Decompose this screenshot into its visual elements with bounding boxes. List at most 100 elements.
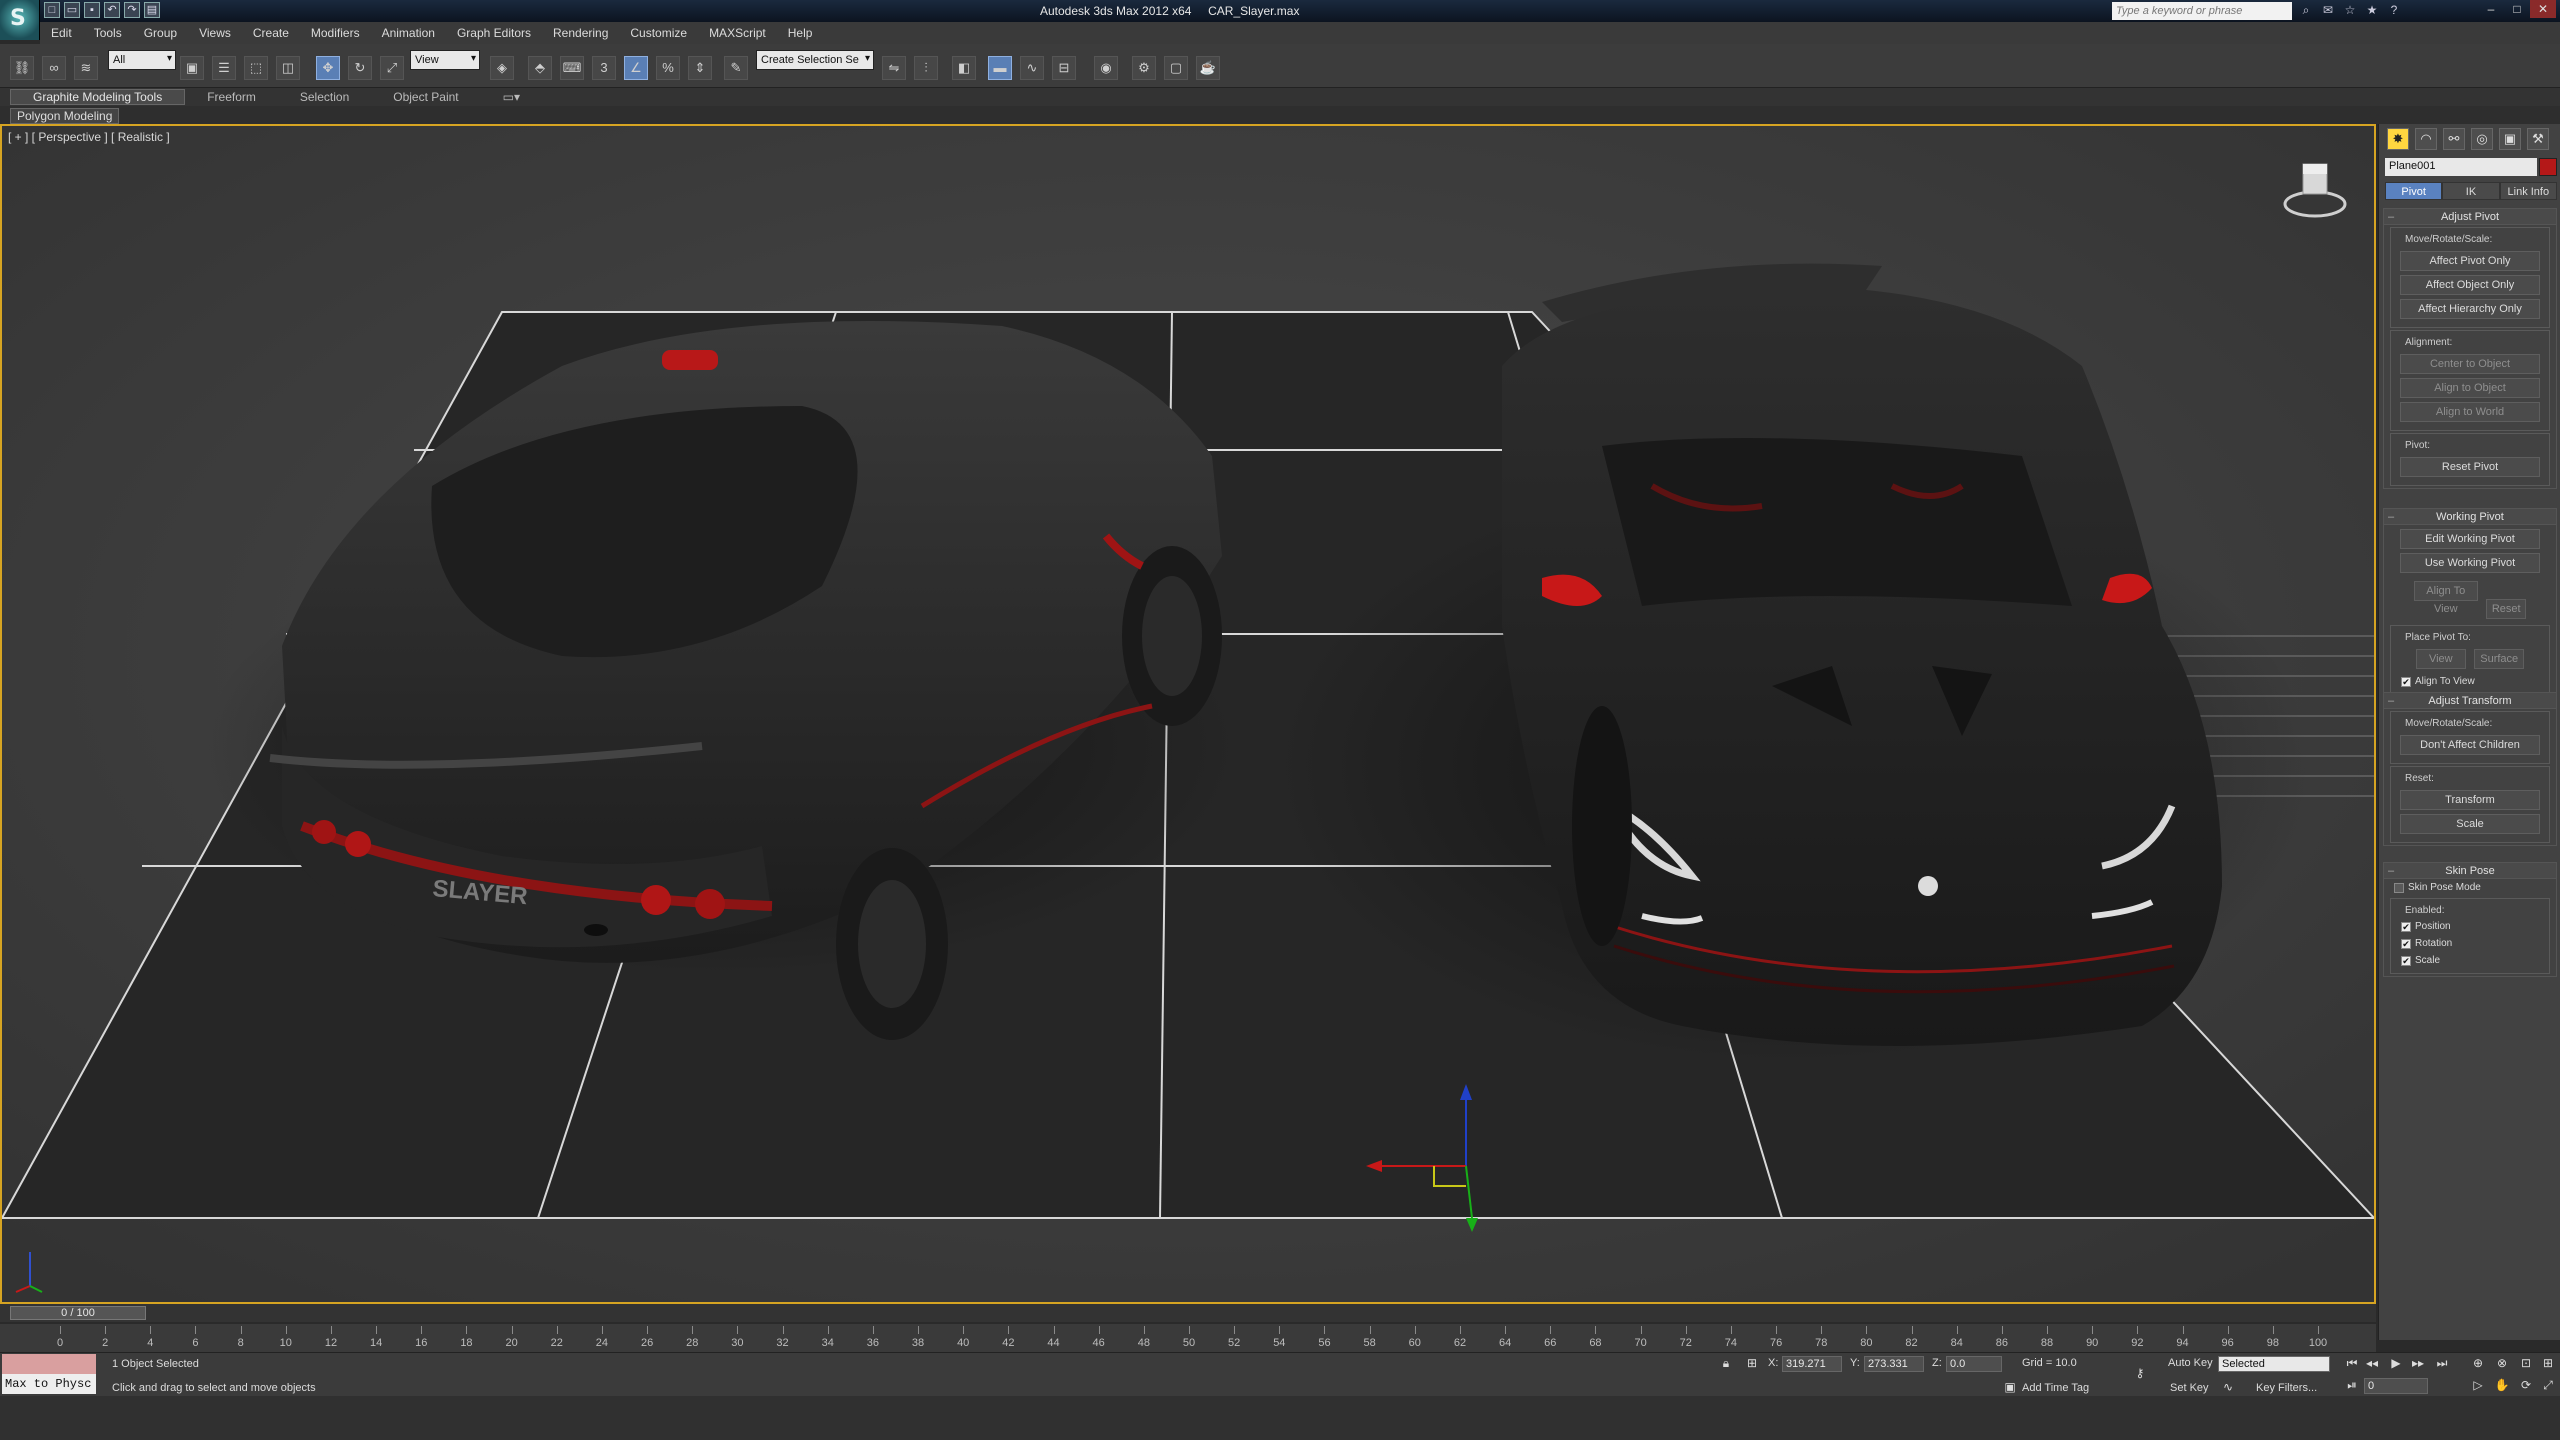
zoom-extents-icon[interactable]: ⊡ [2516,1354,2536,1372]
maxscript-listener-pink[interactable] [2,1354,96,1374]
undo-icon[interactable]: ↶ [104,2,120,18]
skin-pose-mode-checkbox[interactable]: Skin Pose Mode [2384,879,2556,896]
rendered-frame-icon[interactable]: ▢ [1164,56,1188,80]
maxscript-mini-listener[interactable]: Max to Physc [2,1374,96,1394]
absolute-mode-icon[interactable]: ⊞ [1742,1354,1762,1372]
reset-working-pivot-button[interactable]: Reset [2486,599,2527,619]
align-to-view-button[interactable]: Align To View [2413,581,2478,615]
polygon-modeling-label[interactable]: Polygon Modeling [10,108,120,124]
y-coordinate-field[interactable]: 273.331 [1864,1356,1924,1372]
menu-views[interactable]: Views [188,26,242,40]
set-key-icon[interactable]: ⚷ [2130,1364,2150,1382]
reset-scale-button[interactable]: Scale [2400,814,2540,834]
selection-set-dropdown[interactable]: Selected [2218,1356,2330,1372]
zoom-icon[interactable]: ⊕ [2468,1354,2488,1372]
select-rotate-icon[interactable]: ↻ [348,56,372,80]
z-coordinate-field[interactable]: 0.0 [1946,1356,2002,1372]
x-coordinate-field[interactable]: 319.271 [1782,1356,1842,1372]
display-tab-icon[interactable]: ▣ [2499,128,2521,150]
reset-transform-button[interactable]: Transform [2400,790,2540,810]
object-name-field[interactable]: Plane001 [2385,158,2537,176]
viewcube-icon[interactable] [2283,158,2347,222]
pan-icon[interactable]: ✋ [2492,1376,2512,1394]
adjust-transform-header[interactable]: Adjust Transform [2384,693,2556,709]
play-icon[interactable]: ▶ [2386,1354,2406,1372]
position-checkbox[interactable]: ✔ Position [2397,918,2543,935]
subtab-ik[interactable]: IK [2442,182,2500,200]
tab-selection[interactable]: Selection [278,90,371,104]
goto-start-icon[interactable]: ⏮ [2342,1354,2362,1372]
viewport-label[interactable]: [ + ] [ Perspective ] [ Realistic ] [8,130,170,144]
keyboard-shortcut-icon[interactable]: ⌨ [560,56,584,80]
tab-freeform[interactable]: Freeform [185,90,278,104]
dont-affect-children-button[interactable]: Don't Affect Children [2400,735,2540,755]
next-frame-icon[interactable]: ▸▸ [2408,1354,2428,1372]
selection-filter-dropdown[interactable]: All [108,50,176,70]
save-file-icon[interactable]: ▪ [84,2,100,18]
lock-selection-icon[interactable]: 🔒︎ [1716,1354,1736,1372]
select-scale-icon[interactable]: ⤢ [380,56,404,80]
align-to-object-button[interactable]: Align to Object [2400,378,2540,398]
time-slider[interactable]: 0 / 100 [10,1306,146,1320]
rotation-checkbox[interactable]: ✔ Rotation [2397,935,2543,952]
edit-working-pivot-button[interactable]: Edit Working Pivot [2400,529,2540,549]
place-view-button[interactable]: View [2415,649,2466,669]
orbit-icon[interactable]: ⟳ [2516,1376,2536,1394]
utilities-tab-icon[interactable]: ⚒ [2527,128,2549,150]
hold-icon[interactable]: ▤ [144,2,160,18]
affect-hierarchy-only-button[interactable]: Affect Hierarchy Only [2400,299,2540,319]
unlink-icon[interactable]: ∞ [42,56,66,80]
maximize-button[interactable]: □ [2504,0,2530,18]
key-filters-button[interactable]: Key Filters... [2256,1382,2317,1394]
menu-create[interactable]: Create [242,26,300,40]
app-menu-icon[interactable]: S [0,0,40,40]
schematic-view-icon[interactable]: ⊟ [1052,56,1076,80]
select-object-icon[interactable]: ▣ [180,56,204,80]
redo-icon[interactable]: ↷ [124,2,140,18]
new-file-icon[interactable]: □ [44,2,60,18]
rect-region-icon[interactable]: ⬚ [244,56,268,80]
create-tab-icon[interactable]: ✸ [2387,128,2409,150]
ref-coord-dropdown[interactable]: View [410,50,480,70]
motion-tab-icon[interactable]: ◎ [2471,128,2493,150]
working-pivot-header[interactable]: Working Pivot [2384,509,2556,525]
time-slider-track[interactable] [0,1304,2376,1322]
spinner-snap-icon[interactable]: ⇕ [688,56,712,80]
auto-key-button[interactable]: Auto Key [2168,1357,2213,1369]
align-icon[interactable]: ⫶ [914,56,938,80]
default-tangents-icon[interactable]: ∿ [2218,1378,2238,1396]
ribbon-options-icon[interactable]: ▭▾ [481,90,542,104]
menu-graph-editors[interactable]: Graph Editors [446,26,542,40]
favorites-icon[interactable]: ★ [2364,2,2380,18]
edit-named-sel-icon[interactable]: ✎ [724,56,748,80]
affect-pivot-only-button[interactable]: Affect Pivot Only [2400,251,2540,271]
material-editor-icon[interactable]: ◉ [1094,56,1118,80]
curve-editor-icon[interactable]: ∿ [1020,56,1044,80]
manipulate-icon[interactable]: ⬘ [528,56,552,80]
modify-tab-icon[interactable]: ◠ [2415,128,2437,150]
hierarchy-tab-icon[interactable]: ⚯ [2443,128,2465,150]
subtab-link-info[interactable]: Link Info [2499,182,2557,200]
open-file-icon[interactable]: ▭ [64,2,80,18]
menu-tools[interactable]: Tools [83,26,133,40]
zoom-extents-all-icon[interactable]: ⊞ [2538,1354,2558,1372]
search-input[interactable]: Type a keyword or phrase [2112,2,2292,20]
affect-object-only-button[interactable]: Affect Object Only [2400,275,2540,295]
goto-end-icon[interactable]: ⏭ [2432,1354,2452,1372]
menu-customize[interactable]: Customize [619,26,698,40]
prev-frame-icon[interactable]: ◂◂ [2362,1354,2382,1372]
field-of-view-icon[interactable]: ▷ [2468,1376,2488,1394]
align-to-world-button[interactable]: Align to World [2400,402,2540,422]
zoom-all-icon[interactable]: ⊗ [2492,1354,2512,1372]
skin-pose-header[interactable]: Skin Pose [2384,863,2556,879]
named-selection-dropdown[interactable]: Create Selection Se [756,50,874,70]
place-surface-button[interactable]: Surface [2474,649,2525,669]
menu-help[interactable]: Help [777,26,824,40]
help-icon[interactable]: ? [2386,2,2402,18]
subscription-icon[interactable]: ✉ [2320,2,2336,18]
add-time-tag-button[interactable]: Add Time Tag [2022,1382,2089,1394]
object-color-swatch[interactable] [2539,158,2557,176]
perspective-viewport[interactable]: SLAYER [+] [Perspective] [Realistic… [0,124,2376,1304]
render-setup-icon[interactable]: ⚙ [1132,56,1156,80]
mirror-icon[interactable]: ⇋ [882,56,906,80]
